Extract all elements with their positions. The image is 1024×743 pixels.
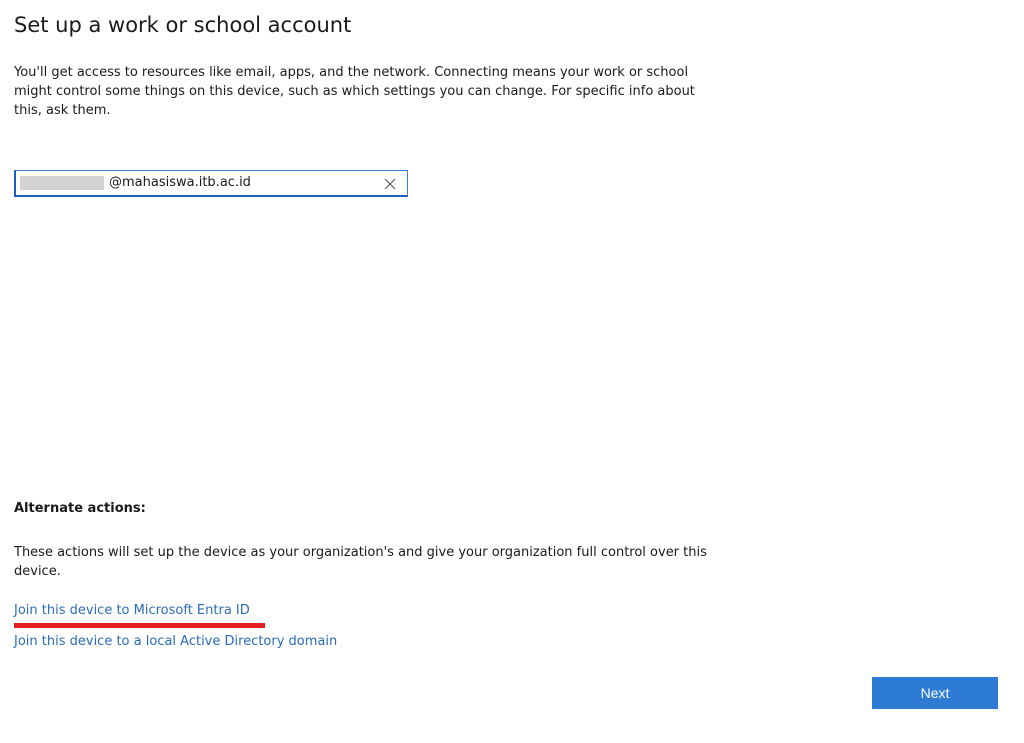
email-field[interactable]: @mahasiswa.itb.ac.id: [14, 170, 408, 197]
alternate-actions-heading: Alternate actions:: [14, 501, 146, 516]
next-button[interactable]: Next: [872, 677, 998, 709]
alternate-actions-description: These actions will set up the device as …: [14, 545, 707, 579]
redacted-username: [20, 176, 104, 190]
close-icon[interactable]: [383, 176, 397, 190]
email-field-value: @mahasiswa.itb.ac.id: [109, 175, 251, 190]
red-highlight-underline: [14, 623, 265, 628]
join-entra-id-link[interactable]: Join this device to Microsoft Entra ID: [14, 602, 250, 620]
join-active-directory-link[interactable]: Join this device to a local Active Direc…: [14, 633, 337, 651]
intro-text: You'll get access to resources like emai…: [14, 65, 695, 118]
page-title: Set up a work or school account: [14, 13, 352, 37]
